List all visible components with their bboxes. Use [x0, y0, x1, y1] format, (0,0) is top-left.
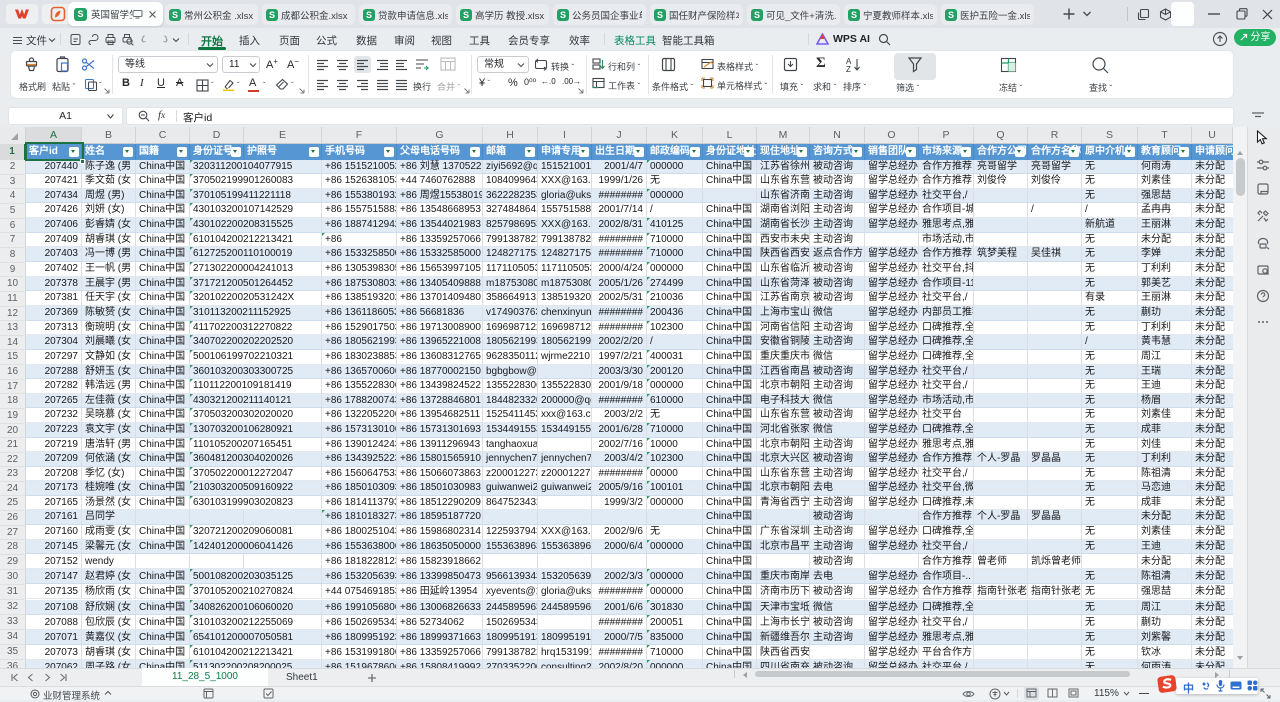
svg-text:Z: Z: [846, 65, 851, 72]
